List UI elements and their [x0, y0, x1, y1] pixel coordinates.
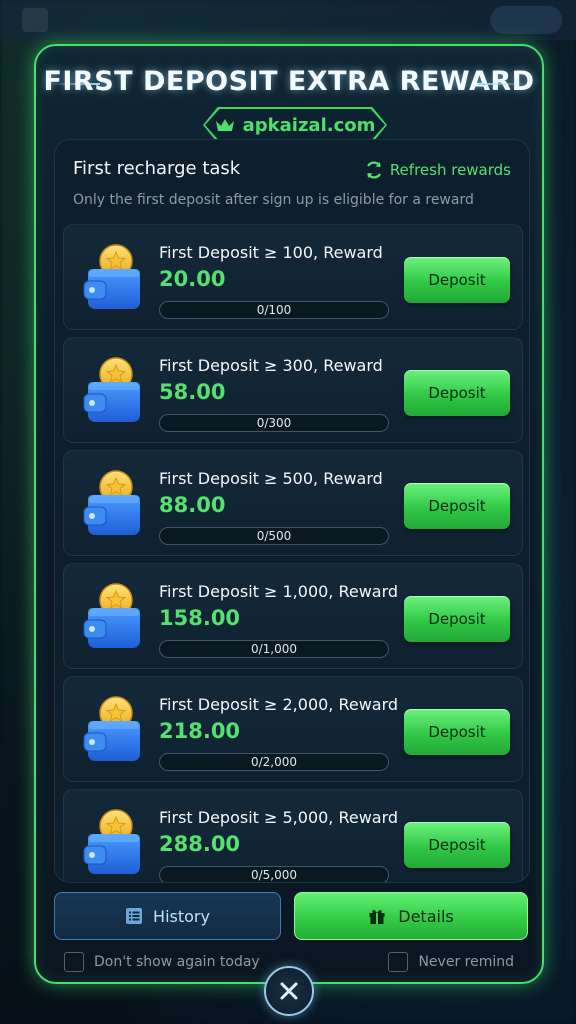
blurred-top-bar	[0, 0, 576, 40]
task-card-6: First Deposit ≥ 5,000, Reward 288.00 0/5…	[63, 789, 523, 882]
task-progress-text: 0/5,000	[250, 868, 298, 882]
never-remind-checkbox[interactable]: Never remind	[388, 952, 514, 972]
deposit-button[interactable]: Deposit	[404, 822, 510, 868]
task-label: First Deposit ≥ 300, Reward	[159, 356, 383, 375]
details-label: Details	[398, 906, 454, 926]
task-progress-bar: 0/300	[159, 414, 389, 432]
dont-show-today-label: Don't show again today	[94, 954, 260, 970]
task-panel-subtitle: Only the first deposit after sign up is …	[73, 192, 474, 208]
task-progress-text: 0/2,000	[250, 755, 298, 769]
task-reward: 88.00	[159, 493, 226, 517]
task-progress-text: 0/1,000	[250, 642, 298, 656]
task-progress-bar: 0/100	[159, 301, 389, 319]
title-decoration-right	[478, 83, 526, 85]
task-reward: 218.00	[159, 719, 241, 743]
details-button[interactable]: Details	[294, 892, 528, 940]
blurred-pill	[490, 6, 562, 34]
reward-modal: FIRST DEPOSIT EXTRA REWARD apkaizal.com …	[34, 44, 544, 984]
deposit-button[interactable]: Deposit	[404, 370, 510, 416]
wallet-coin-icon	[83, 470, 140, 535]
wallet-coin-icon	[83, 357, 140, 422]
blurred-logo	[22, 8, 48, 32]
deposit-button[interactable]: Deposit	[404, 257, 510, 303]
task-label: First Deposit ≥ 1,000, Reward	[159, 582, 399, 601]
deposit-button[interactable]: Deposit	[404, 596, 510, 642]
task-label: First Deposit ≥ 500, Reward	[159, 469, 383, 488]
task-reward: 158.00	[159, 606, 241, 630]
task-list: First Deposit ≥ 100, Reward 20.00 0/100 …	[63, 224, 523, 882]
deposit-button[interactable]: Deposit	[404, 709, 510, 755]
task-progress-bar: 0/500	[159, 527, 389, 545]
list-icon	[126, 908, 143, 924]
task-progress-text: 0/100	[256, 303, 292, 317]
task-label: First Deposit ≥ 100, Reward	[159, 243, 383, 262]
action-buttons: History Details	[54, 892, 528, 940]
task-panel: First recharge task Refresh rewards Only…	[54, 139, 530, 883]
checkbox-box[interactable]	[64, 952, 84, 972]
close-icon	[280, 982, 298, 1000]
crown-icon	[215, 119, 234, 131]
domain-badge: apkaizal.com	[205, 109, 385, 141]
dont-show-today-checkbox[interactable]: Don't show again today	[64, 952, 260, 972]
wallet-coin-icon	[83, 583, 140, 648]
task-reward: 58.00	[159, 380, 226, 404]
checkbox-box[interactable]	[388, 952, 409, 972]
task-label: First Deposit ≥ 5,000, Reward	[159, 808, 399, 827]
domain-text: apkaizal.com	[242, 114, 376, 136]
task-card-1: First Deposit ≥ 100, Reward 20.00 0/100 …	[63, 224, 523, 330]
history-label: History	[153, 906, 210, 926]
modal-title: FIRST DEPOSIT EXTRA REWARD	[43, 66, 535, 97]
task-reward: 20.00	[159, 267, 226, 291]
task-panel-title: First recharge task	[73, 158, 241, 179]
task-card-3: First Deposit ≥ 500, Reward 88.00 0/500 …	[63, 450, 523, 556]
close-button[interactable]	[264, 966, 314, 1016]
deposit-button[interactable]: Deposit	[404, 483, 510, 529]
refresh-icon	[366, 161, 381, 179]
wallet-coin-icon	[83, 244, 140, 309]
task-card-5: First Deposit ≥ 2,000, Reward 218.00 0/2…	[63, 676, 523, 782]
task-label: First Deposit ≥ 2,000, Reward	[159, 695, 399, 714]
task-progress-text: 0/300	[256, 416, 292, 430]
gift-icon	[369, 909, 385, 924]
task-progress-text: 0/500	[256, 529, 292, 543]
task-card-4: First Deposit ≥ 1,000, Reward 158.00 0/1…	[63, 563, 523, 669]
task-progress-bar: 0/5,000	[159, 866, 389, 882]
refresh-rewards-label: Refresh rewards	[389, 161, 511, 179]
never-remind-label: Never remind	[418, 954, 514, 970]
wallet-coin-icon	[83, 696, 140, 761]
task-progress-bar: 0/2,000	[159, 753, 389, 771]
task-reward: 288.00	[159, 832, 241, 856]
task-card-2: First Deposit ≥ 300, Reward 58.00 0/300 …	[63, 337, 523, 443]
refresh-rewards-button[interactable]: Refresh rewards	[364, 160, 511, 180]
wallet-coin-icon	[83, 809, 140, 874]
task-progress-bar: 0/1,000	[159, 640, 389, 658]
history-button[interactable]: History	[54, 892, 281, 940]
